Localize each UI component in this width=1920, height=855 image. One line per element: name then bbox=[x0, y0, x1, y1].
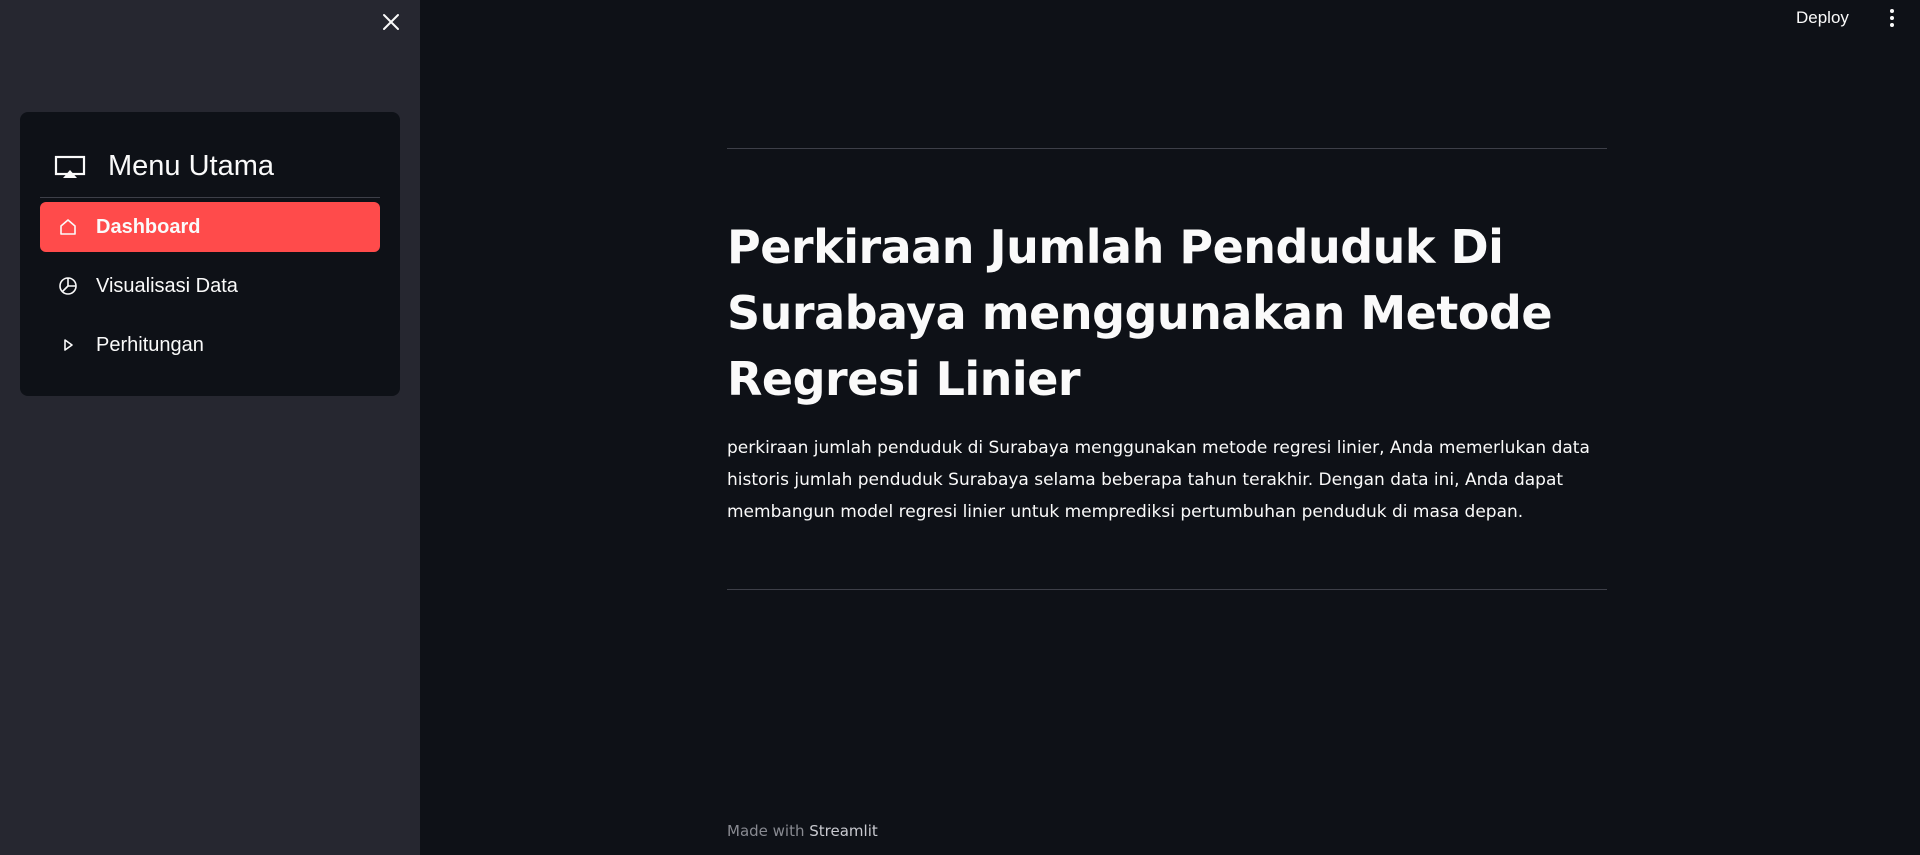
sidebar: Menu Utama Dashboard Visualisasi Data Pe… bbox=[0, 0, 420, 855]
menu-item-label: Visualisasi Data bbox=[96, 274, 238, 297]
pie-chart-icon bbox=[58, 276, 78, 296]
footer: Made with Streamlit bbox=[727, 822, 878, 840]
streamlit-link[interactable]: Streamlit bbox=[809, 822, 878, 840]
menu-header: Menu Utama bbox=[40, 136, 380, 198]
option-menu: Menu Utama Dashboard Visualisasi Data Pe… bbox=[20, 112, 400, 396]
menu-item-perhitungan[interactable]: Perhitungan bbox=[40, 320, 380, 370]
page-description: perkiraan jumlah penduduk di Surabaya me… bbox=[727, 438, 1590, 522]
close-icon[interactable] bbox=[377, 8, 405, 36]
menu-item-dashboard[interactable]: Dashboard bbox=[40, 202, 380, 252]
page-title: Perkiraan Jumlah Penduduk Di Surabaya me… bbox=[727, 220, 1553, 406]
menu-title: Menu Utama bbox=[108, 150, 275, 182]
home-icon bbox=[58, 217, 78, 237]
menu-item-label: Perhitungan bbox=[96, 333, 204, 356]
bottom-divider bbox=[727, 589, 1607, 590]
more-vertical-icon[interactable] bbox=[1880, 6, 1904, 30]
play-icon bbox=[58, 335, 78, 355]
footer-prefix: Made with bbox=[727, 822, 805, 840]
menu-item-label: Dashboard bbox=[96, 215, 201, 238]
top-divider bbox=[727, 148, 1607, 149]
deploy-button[interactable]: Deploy bbox=[1796, 6, 1849, 30]
airplay-icon bbox=[54, 154, 86, 180]
menu-item-visualisasi-data[interactable]: Visualisasi Data bbox=[40, 261, 380, 311]
